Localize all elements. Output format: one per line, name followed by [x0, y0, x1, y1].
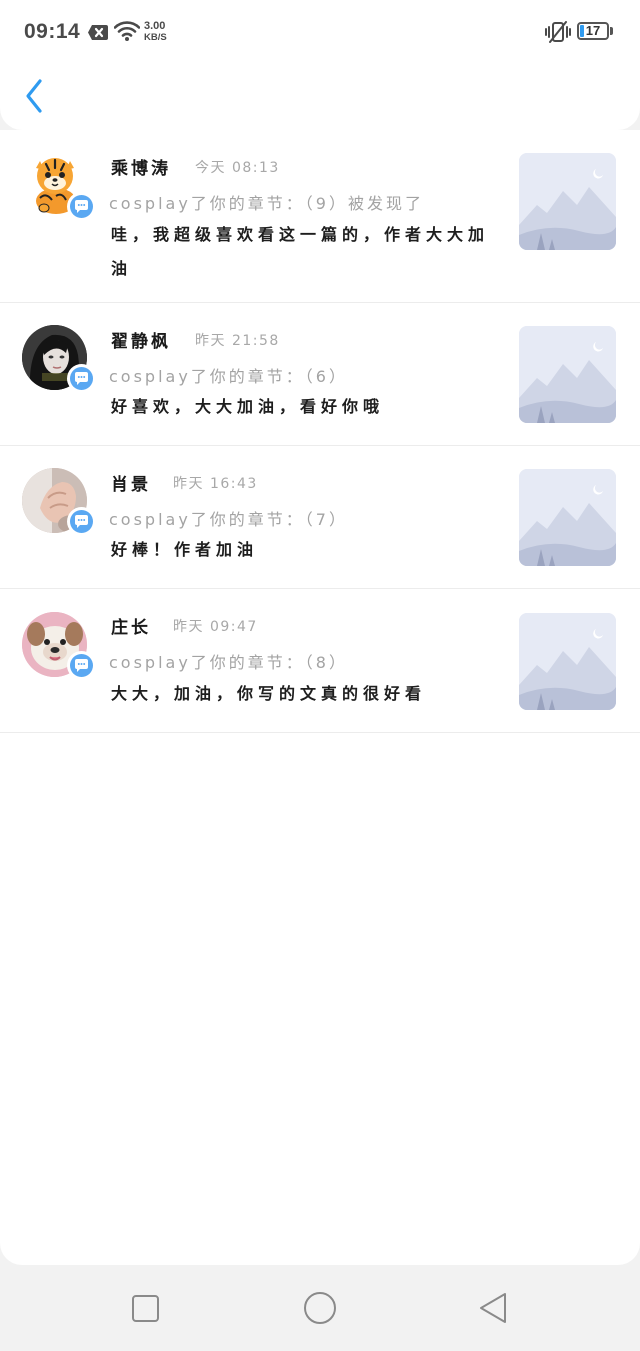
top-bar: 09:14 3.00 KB/S 17: [0, 0, 640, 130]
network-speed-unit: KB/S: [144, 32, 167, 43]
comment-time: 昨天 21:58: [195, 333, 280, 349]
chapter-thumbnail[interactable]: [519, 469, 616, 566]
list-item[interactable]: 乘博涛 今天 08:13 cosplay了你的章节：（9）被发现了 哇，我超级喜…: [0, 130, 640, 303]
back-triangle-icon: [480, 1293, 506, 1323]
message-badge-icon: [67, 651, 96, 680]
comment-text: 好棒！作者加油: [111, 540, 259, 559]
message-badge-icon: [67, 507, 96, 536]
battery-icon: 17: [577, 22, 609, 40]
wifi-icon: [113, 21, 141, 41]
home-button[interactable]: [301, 1291, 337, 1327]
comment-text: 哇，我超级喜欢看这一篇的，作者大大加油: [111, 225, 490, 278]
vibrate-off-icon: [544, 21, 572, 43]
battery-level: 17: [585, 23, 601, 38]
recent-apps-square-icon: [132, 1295, 159, 1322]
chapter-thumbnail[interactable]: [519, 153, 616, 250]
comment-time: 今天 08:13: [195, 160, 280, 176]
image-placeholder-icon: [519, 153, 616, 250]
commenter-name: 乘博涛: [111, 159, 171, 179]
message-badge-icon: [67, 364, 96, 393]
battery-nub: [610, 27, 613, 35]
chapter-info: cosplay了你的章节：（8）: [109, 653, 348, 672]
commenter-name: 肖景: [111, 475, 151, 495]
status-bar: 09:14 3.00 KB/S 17: [0, 0, 640, 64]
message-badge-icon: [67, 192, 96, 221]
image-placeholder-icon: [519, 326, 616, 423]
commenter-name: 翟静枫: [111, 332, 171, 352]
comment-time: 昨天 09:47: [173, 619, 258, 635]
commenter-name: 庄长: [111, 618, 151, 638]
home-circle-icon: [304, 1292, 336, 1324]
system-nav-bar: [0, 1265, 640, 1351]
chapter-info: cosplay了你的章节：（9）被发现了: [109, 194, 424, 213]
chapter-info: cosplay了你的章节：（6）: [109, 367, 348, 386]
network-speed-value: 3.00: [144, 20, 166, 32]
list-item[interactable]: 翟静枫 昨天 21:58 cosplay了你的章节：（6） 好喜欢，大大加油，看…: [0, 303, 640, 446]
comment-text: 好喜欢，大大加油，看好你哦: [111, 397, 385, 416]
screen: 09:14 3.00 KB/S 17 乘博涛 今天 08:13 cosplay了…: [0, 0, 640, 1351]
comment-time: 昨天 16:43: [173, 476, 258, 492]
chapter-info: cosplay了你的章节：（7）: [109, 510, 348, 529]
chevron-left-icon: [26, 79, 42, 113]
status-time: 09:14: [24, 20, 81, 43]
list-item[interactable]: 肖景 昨天 16:43 cosplay了你的章节：（7） 好棒！作者加油: [0, 446, 640, 589]
comment-text: 大大，加油，你写的文真的很好看: [111, 684, 427, 703]
recent-apps-button[interactable]: [128, 1291, 164, 1327]
notification-x-icon: [88, 25, 108, 40]
image-placeholder-icon: [519, 613, 616, 710]
back-button[interactable]: [18, 76, 52, 116]
chapter-thumbnail[interactable]: [519, 326, 616, 423]
image-placeholder-icon: [519, 469, 616, 566]
list-item[interactable]: 庄长 昨天 09:47 cosplay了你的章节：（8） 大大，加油，你写的文真…: [0, 589, 640, 733]
network-speed: 3.00 KB/S: [144, 20, 174, 44]
nav-back-button[interactable]: [476, 1291, 512, 1327]
chapter-thumbnail[interactable]: [519, 613, 616, 710]
